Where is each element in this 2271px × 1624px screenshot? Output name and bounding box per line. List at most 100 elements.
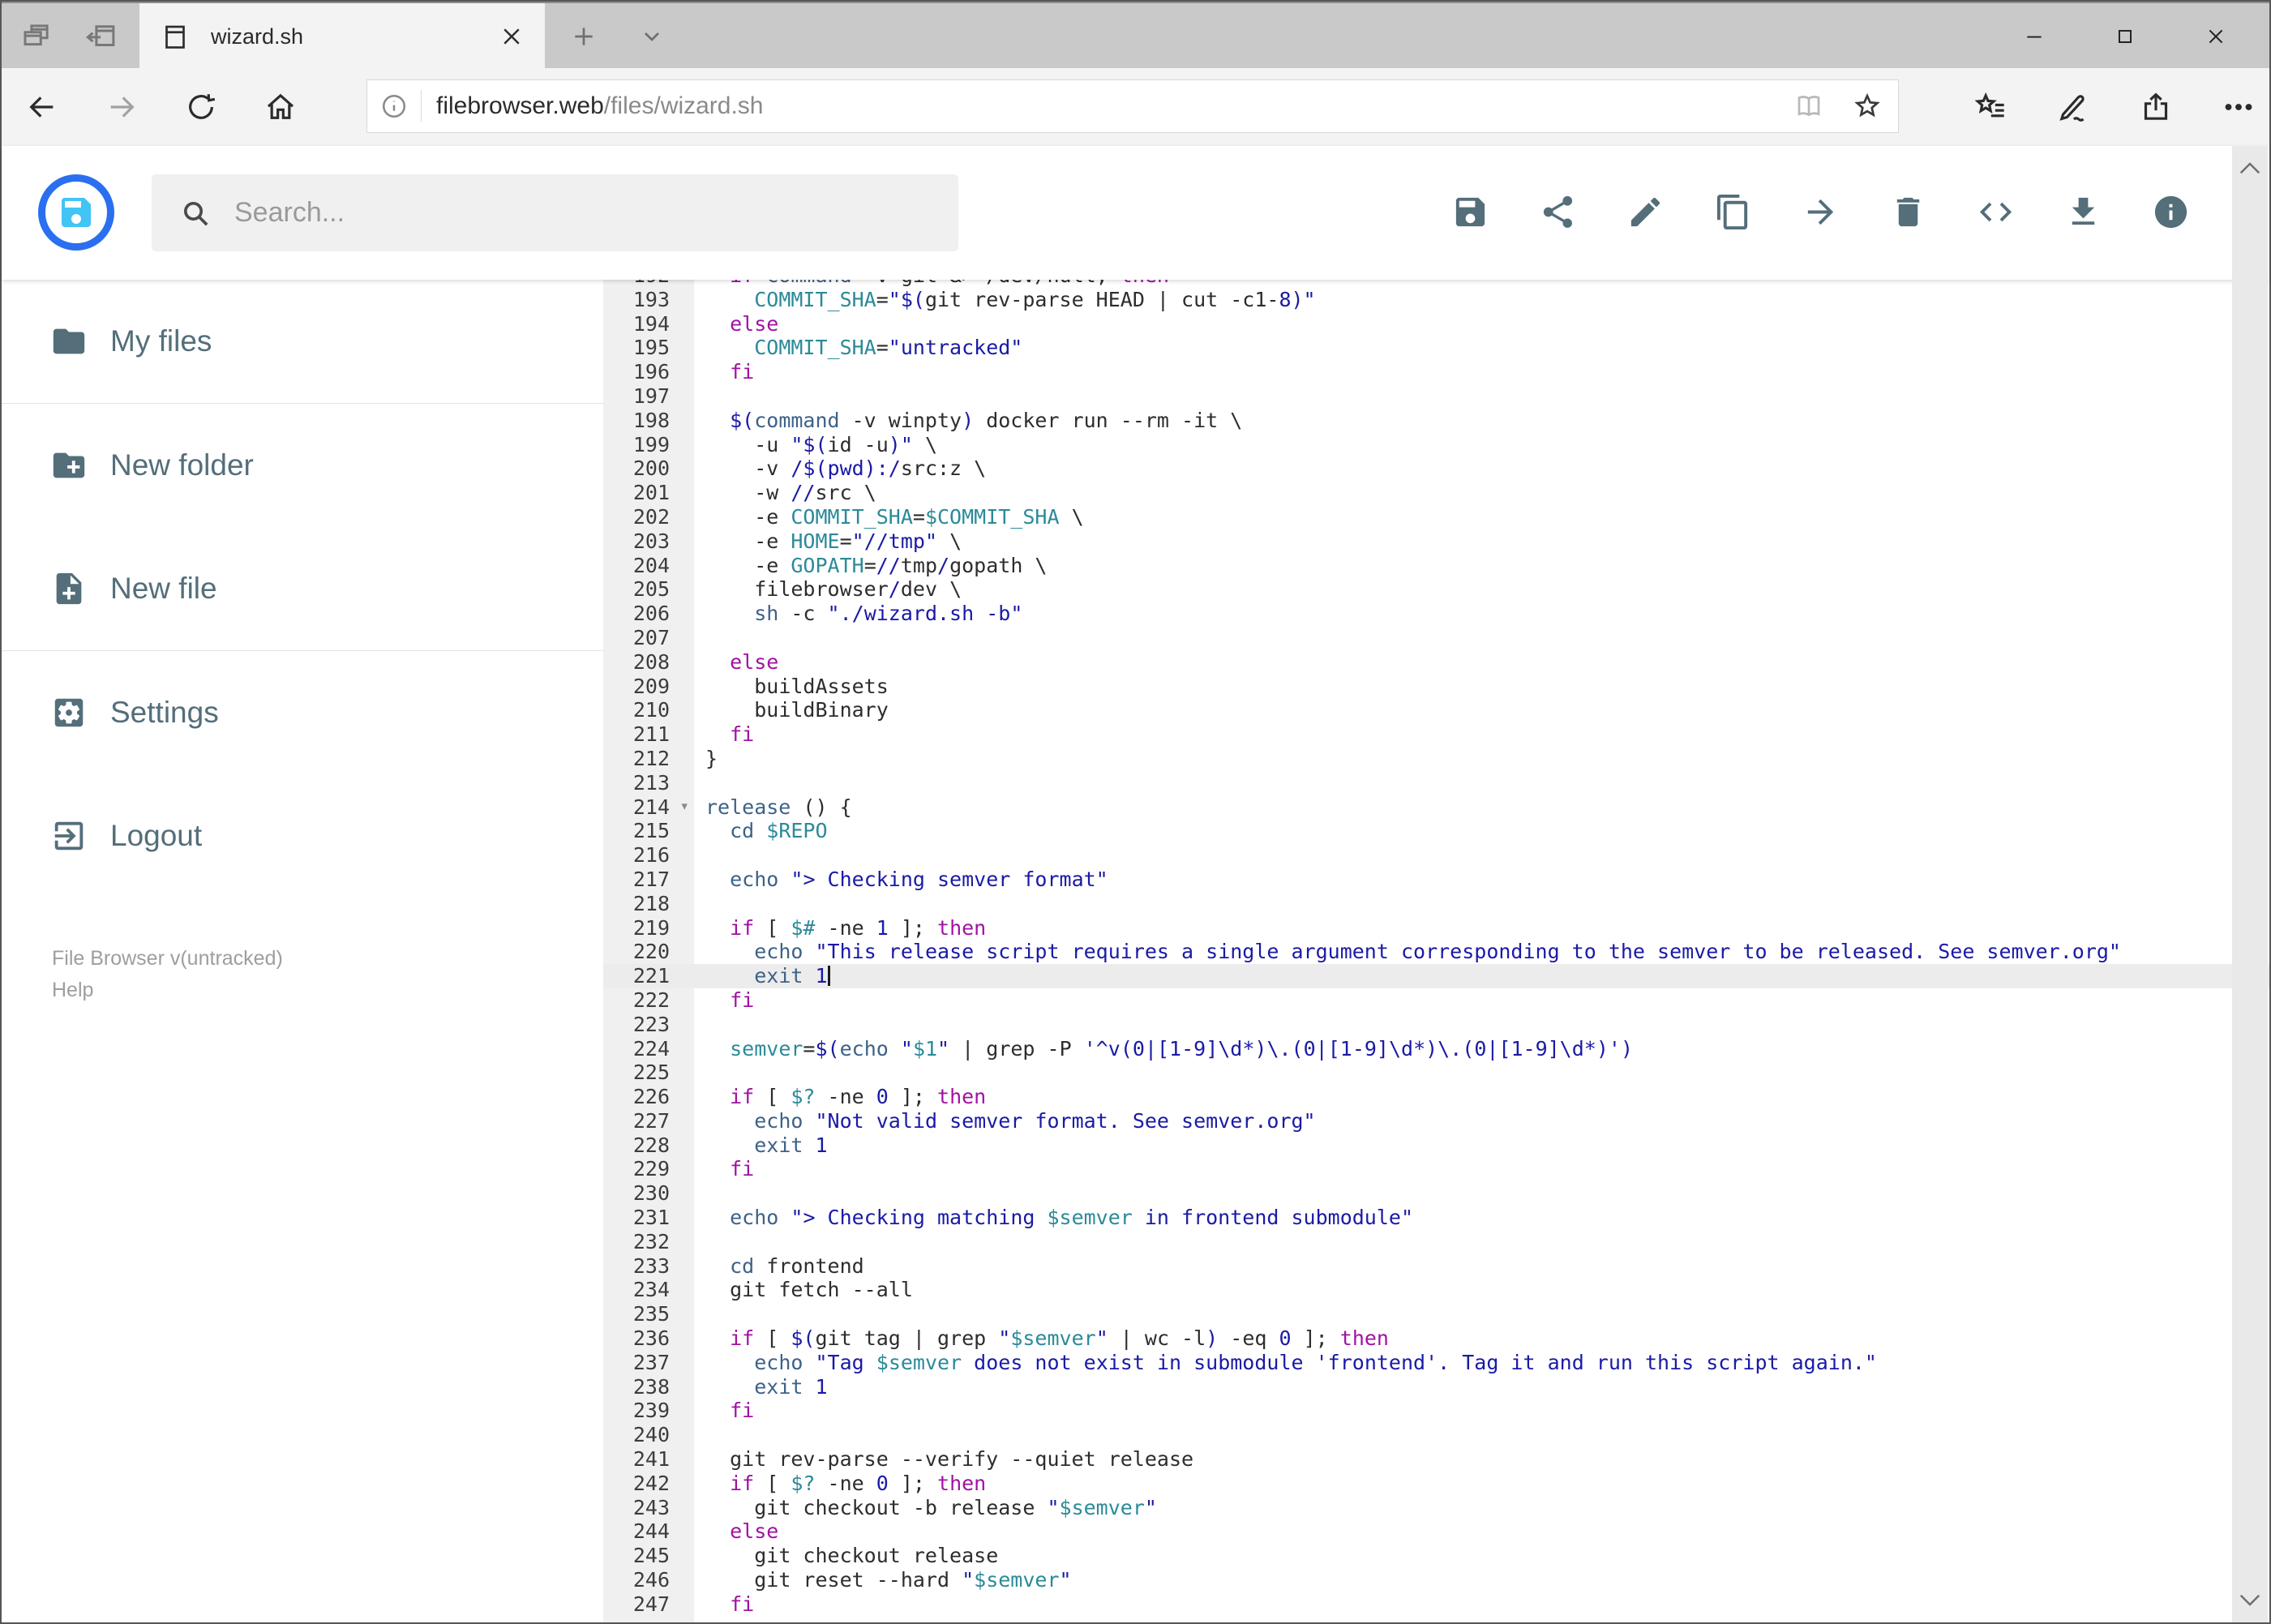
code-line-230[interactable]: 230	[603, 1181, 2269, 1206]
share-button[interactable]	[1539, 193, 1577, 231]
code-line-194[interactable]: 194 else	[603, 312, 2269, 336]
info-button[interactable]	[2152, 193, 2190, 231]
reading-view-icon[interactable]	[1794, 92, 1823, 121]
more-options-icon[interactable]	[2222, 91, 2255, 123]
scroll-down-icon[interactable]	[2238, 1592, 2262, 1609]
tab-close-icon[interactable]	[499, 24, 524, 49]
fold-toggle-icon[interactable]: ▾	[680, 795, 689, 819]
code-line-229[interactable]: 229 fi	[603, 1157, 2269, 1181]
sidebar-item-my-files[interactable]: My files	[2, 280, 603, 403]
code-line-246[interactable]: 246 git reset --hard "$semver"	[603, 1568, 2269, 1592]
code-line-214[interactable]: 214 ▾ release () {	[603, 795, 2269, 820]
raw-button[interactable]	[1977, 193, 2015, 231]
code-line-222[interactable]: 222 fi	[603, 988, 2269, 1013]
code-line-241[interactable]: 241 git rev-parse --verify --quiet relea…	[603, 1447, 2269, 1472]
help-link[interactable]: Help	[52, 975, 283, 1006]
code-line-201[interactable]: 201 -w //src \	[603, 481, 2269, 505]
forward-icon[interactable]	[105, 91, 138, 123]
scroll-up-icon[interactable]	[2238, 159, 2262, 177]
save-button[interactable]	[1451, 193, 1489, 231]
code-line-223[interactable]: 223	[603, 1013, 2269, 1037]
code-line-199[interactable]: 199 -u "$(id -u)" \	[603, 433, 2269, 457]
sidebar-item-new-folder[interactable]: New folder	[2, 404, 603, 527]
search-input[interactable]	[233, 196, 958, 229]
code-line-217[interactable]: 217 echo "> Checking semver format"	[603, 868, 2269, 892]
code-line-239[interactable]: 239 fi	[603, 1399, 2269, 1423]
code-line-236[interactable]: 236 if [ $(git tag | grep "$semver" | wc…	[603, 1326, 2269, 1351]
code-line-221[interactable]: 221 exit 1	[603, 964, 2269, 988]
code-line-231[interactable]: 231 echo "> Checking matching $semver in…	[603, 1206, 2269, 1230]
code-line-192[interactable]: 192 if command -v git &> /dev/null; then	[603, 280, 2269, 288]
code-line-204[interactable]: 204 -e GOPATH=//tmp/gopath \	[603, 554, 2269, 578]
code-line-225[interactable]: 225	[603, 1061, 2269, 1085]
refresh-icon[interactable]	[185, 91, 217, 123]
code-line-220[interactable]: 220 echo "This release script requires a…	[603, 940, 2269, 964]
rename-button[interactable]	[1626, 193, 1665, 231]
code-line-211[interactable]: 211 fi	[603, 722, 2269, 747]
code-line-219[interactable]: 219 if [ $# -ne 1 ]; then	[603, 916, 2269, 941]
code-editor[interactable]: 192 if command -v git &> /dev/null; then…	[603, 280, 2269, 1622]
code-line-200[interactable]: 200 -v /$(pwd):/src:z \	[603, 456, 2269, 481]
code-line-227[interactable]: 227 echo "Not valid semver format. See s…	[603, 1109, 2269, 1133]
close-button[interactable]	[2170, 3, 2261, 70]
tab-list-chevron-icon[interactable]	[639, 24, 665, 49]
code-line-232[interactable]: 232	[603, 1230, 2269, 1254]
code-line-228[interactable]: 228 exit 1	[603, 1133, 2269, 1158]
code-line-196[interactable]: 196 fi	[603, 360, 2269, 384]
sidebar-item-settings[interactable]: Settings	[2, 651, 603, 774]
hub-icon[interactable]	[1974, 91, 2007, 123]
code-line-237[interactable]: 237 echo "Tag $semver does not exist in …	[603, 1351, 2269, 1375]
filebrowser-logo[interactable]	[38, 174, 114, 251]
share-page-icon[interactable]	[2140, 91, 2172, 123]
code-line-208[interactable]: 208 else	[603, 650, 2269, 675]
code-line-240[interactable]: 240	[603, 1423, 2269, 1447]
page-scrollbar[interactable]	[2232, 146, 2268, 1622]
code-line-203[interactable]: 203 -e HOME="//tmp" \	[603, 529, 2269, 554]
code-line-195[interactable]: 195 COMMIT_SHA="untracked"	[603, 336, 2269, 360]
code-line-209[interactable]: 209 buildAssets	[603, 675, 2269, 699]
code-line-247[interactable]: 247 fi	[603, 1592, 2269, 1617]
code-line-207[interactable]: 207	[603, 626, 2269, 650]
code-line-210[interactable]: 210 buildBinary	[603, 698, 2269, 722]
code-line-213[interactable]: 213	[603, 771, 2269, 795]
code-line-198[interactable]: 198 $(command -v winpty) docker run --rm…	[603, 409, 2269, 433]
url-text[interactable]: filebrowser.web/files/wizard.sh	[436, 92, 764, 120]
sidebar-item-new-file[interactable]: New file	[2, 527, 603, 650]
search-bar[interactable]	[152, 174, 958, 251]
sidebar-item-logout[interactable]: Logout	[2, 774, 603, 898]
code-line-233[interactable]: 233 cd frontend	[603, 1254, 2269, 1279]
tab-preview-icon[interactable]	[19, 19, 54, 54]
download-button[interactable]	[2064, 193, 2102, 231]
code-line-193[interactable]: 193 COMMIT_SHA="$(git rev-parse HEAD | c…	[603, 288, 2269, 312]
set-tabs-aside-icon[interactable]	[84, 19, 118, 54]
annotate-pen-icon[interactable]	[2057, 91, 2089, 123]
code-line-243[interactable]: 243 git checkout -b release "$semver"	[603, 1496, 2269, 1520]
back-icon[interactable]	[26, 91, 58, 123]
address-bar[interactable]: filebrowser.web/files/wizard.sh	[366, 79, 1899, 133]
code-line-245[interactable]: 245 git checkout release	[603, 1544, 2269, 1568]
delete-button[interactable]	[1889, 193, 1927, 231]
browser-tab[interactable]: wizard.sh	[139, 3, 545, 70]
copy-button[interactable]	[1714, 193, 1752, 231]
code-line-218[interactable]: 218	[603, 892, 2269, 916]
move-button[interactable]	[1802, 193, 1840, 231]
code-line-242[interactable]: 242 if [ $? -ne 0 ]; then	[603, 1472, 2269, 1496]
code-line-234[interactable]: 234 git fetch --all	[603, 1278, 2269, 1302]
code-line-216[interactable]: 216	[603, 843, 2269, 868]
minimize-button[interactable]	[1989, 3, 2080, 70]
code-line-226[interactable]: 226 if [ $? -ne 0 ]; then	[603, 1085, 2269, 1109]
code-line-235[interactable]: 235	[603, 1302, 2269, 1326]
code-line-215[interactable]: 215 cd $REPO	[603, 819, 2269, 843]
code-line-238[interactable]: 238 exit 1	[603, 1375, 2269, 1399]
new-tab-icon[interactable]	[571, 24, 597, 49]
code-line-224[interactable]: 224 semver=$(echo "$1" | grep -P '^v(0|[…	[603, 1037, 2269, 1061]
code-line-244[interactable]: 244 else	[603, 1519, 2269, 1544]
favorite-star-icon[interactable]	[1853, 92, 1882, 121]
code-line-202[interactable]: 202 -e COMMIT_SHA=$COMMIT_SHA \	[603, 505, 2269, 529]
code-line-197[interactable]: 197	[603, 384, 2269, 409]
site-info-icon[interactable]	[380, 92, 408, 120]
code-line-206[interactable]: 206 sh -c "./wizard.sh -b"	[603, 602, 2269, 626]
home-icon[interactable]	[264, 91, 297, 123]
maximize-button[interactable]	[2080, 3, 2170, 70]
code-line-212[interactable]: 212}	[603, 747, 2269, 771]
